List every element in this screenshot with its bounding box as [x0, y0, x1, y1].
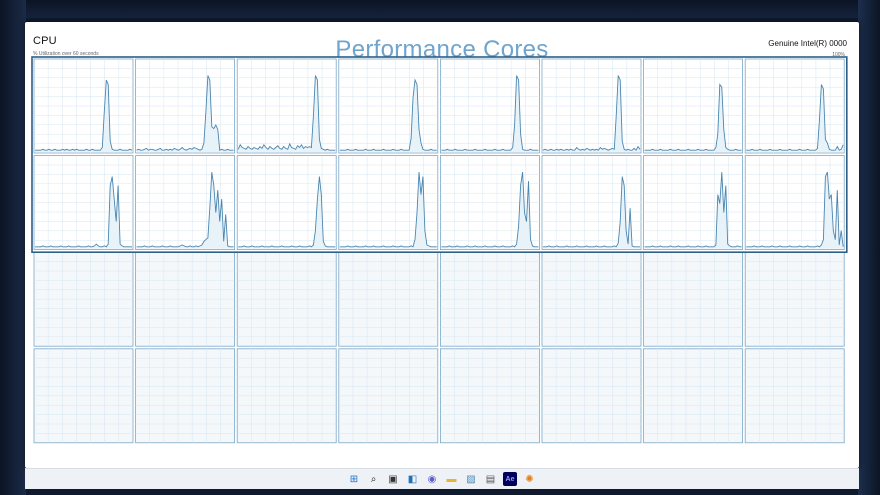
task-manager-window: CPU % Utilization over 60 seconds Perfor… [25, 22, 859, 468]
core-graph [541, 155, 642, 251]
core-graph [643, 58, 743, 154]
core-graph [744, 155, 845, 251]
task-view-icon[interactable]: ▣ [386, 472, 400, 486]
core-graph [135, 155, 235, 251]
core-graph [33, 348, 134, 444]
core-graph [33, 251, 134, 347]
start-icon[interactable]: ⊞ [347, 472, 361, 486]
core-graph [236, 58, 337, 154]
core-graph [744, 58, 845, 154]
core-graph [643, 155, 743, 251]
core-graph [135, 58, 235, 154]
core-graph [643, 251, 743, 347]
core-graph [33, 155, 134, 251]
photos-icon[interactable]: ▨ [464, 472, 478, 486]
core-graph [33, 58, 134, 154]
core-graph [744, 348, 845, 444]
core-graph [236, 348, 337, 444]
cpu-core-graphs [31, 56, 848, 444]
desktop-background-right [858, 0, 880, 495]
core-graph [338, 155, 439, 251]
core-graph [541, 58, 642, 154]
core-graph [338, 58, 439, 154]
core-graph [338, 251, 439, 347]
core-graph [643, 348, 743, 444]
widgets-icon[interactable]: ◧ [406, 472, 420, 486]
taskbar: ⊞ ⌕ ▣ ◧ ◉ ▬ ▨ ▤ Ae ✺ [25, 468, 859, 489]
after-effects-icon[interactable]: Ae [503, 472, 517, 486]
core-graph [135, 251, 235, 347]
desktop-background-top [0, 0, 880, 18]
core-graph [744, 251, 845, 347]
core-graph [135, 348, 235, 444]
blender-icon[interactable]: ✺ [523, 472, 537, 486]
file-explorer-icon[interactable]: ▬ [445, 472, 459, 486]
core-graph [236, 251, 337, 347]
core-graph [236, 155, 337, 251]
core-graph [439, 155, 540, 251]
desktop-background-left [0, 0, 26, 495]
documents-icon[interactable]: ▤ [484, 472, 498, 486]
core-graph [541, 348, 642, 444]
core-graph [541, 251, 642, 347]
core-graph [439, 348, 540, 444]
search-icon[interactable]: ⌕ [367, 472, 381, 486]
core-graph [439, 58, 540, 154]
core-graph [338, 348, 439, 444]
core-graph [439, 251, 540, 347]
chat-icon[interactable]: ◉ [425, 472, 439, 486]
